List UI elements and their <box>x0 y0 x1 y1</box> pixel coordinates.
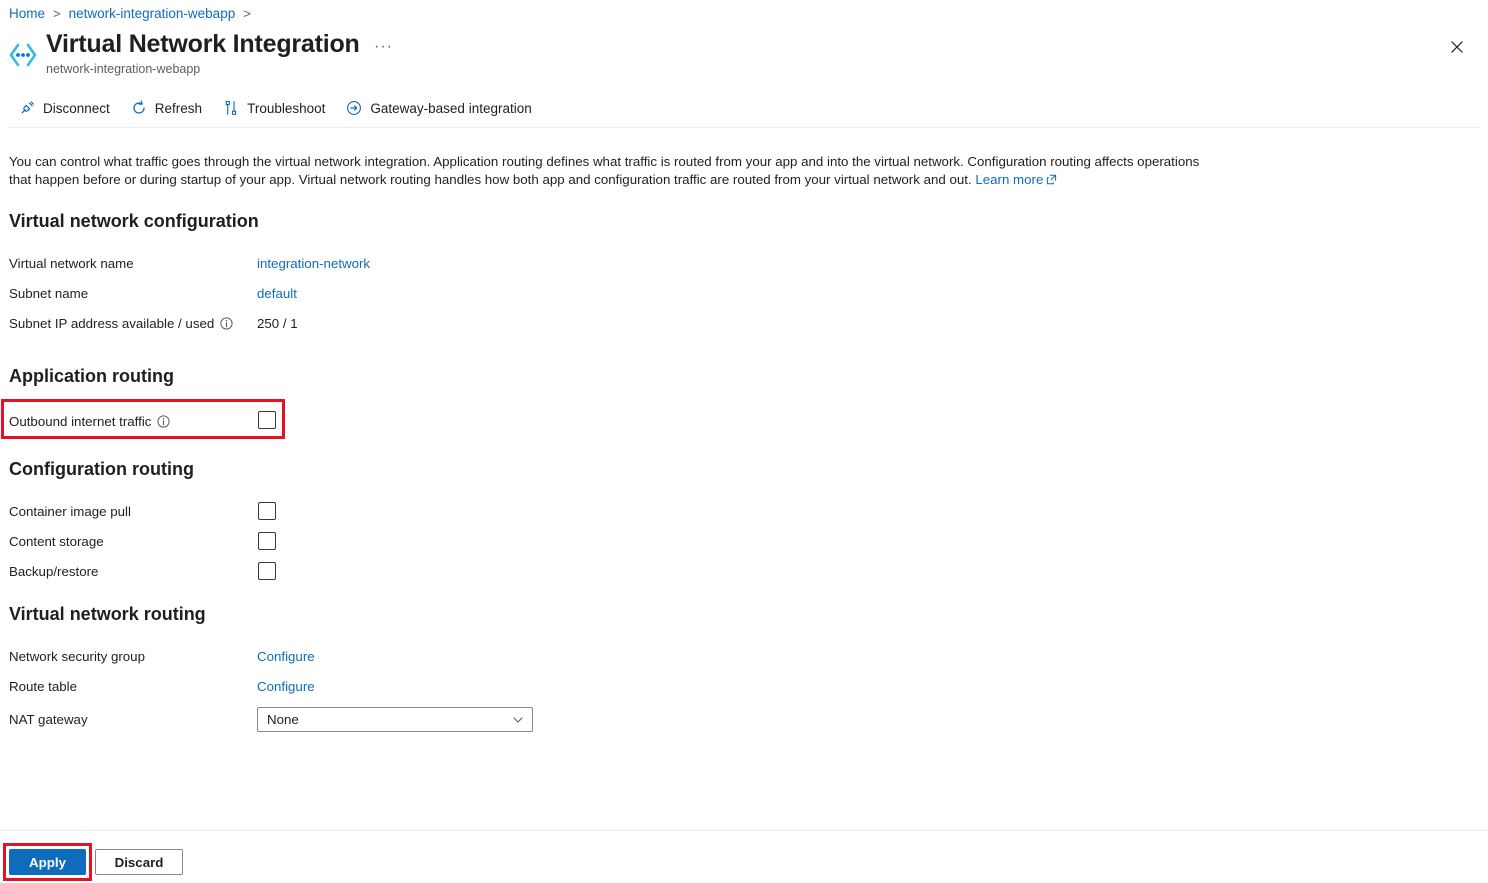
description-text: You can control what traffic goes throug… <box>9 153 1204 189</box>
label-container-image-pull: Container image pull <box>9 504 131 519</box>
info-icon[interactable] <box>220 317 233 330</box>
label-virtual-network-name: Virtual network name <box>9 256 134 271</box>
external-link-icon <box>1046 172 1057 190</box>
disconnect-button[interactable]: Disconnect <box>16 94 118 122</box>
configure-network-security-group-link[interactable]: Configure <box>257 649 315 664</box>
arrow-right-circle-icon <box>345 99 363 117</box>
label-subnet-name: Subnet name <box>9 286 88 301</box>
breadcrumb-separator: > <box>53 6 61 21</box>
section-title-vnet-configuration: Virtual network configuration <box>9 211 259 232</box>
disconnect-plug-icon <box>18 99 36 117</box>
command-bar: Disconnect Refresh Troubleshoot <box>16 94 550 122</box>
label-network-security-group: Network security group <box>9 649 145 664</box>
configure-route-table-link[interactable]: Configure <box>257 679 315 694</box>
discard-button[interactable]: Discard <box>95 849 183 875</box>
section-title-application-routing: Application routing <box>9 366 174 387</box>
label-route-table: Route table <box>9 679 77 694</box>
label-outbound-internet-traffic: Outbound internet traffic <box>9 414 170 429</box>
label-content-storage: Content storage <box>9 534 104 549</box>
troubleshoot-label: Troubleshoot <box>247 101 325 116</box>
more-options-button[interactable]: ··· <box>370 38 397 56</box>
nat-gateway-selected-value: None <box>267 712 299 727</box>
breadcrumb: Home > network-integration-webapp > <box>9 3 259 23</box>
nat-gateway-select[interactable]: None <box>257 707 533 732</box>
vnet-integration-icon <box>8 41 38 69</box>
refresh-label: Refresh <box>155 101 202 116</box>
section-title-configuration-routing: Configuration routing <box>9 459 194 480</box>
info-icon[interactable] <box>157 415 170 428</box>
page-subtitle: network-integration-webapp <box>46 62 200 76</box>
checkbox-content-storage[interactable] <box>258 532 276 550</box>
gateway-based-integration-label: Gateway-based integration <box>370 101 531 116</box>
troubleshoot-icon <box>222 99 240 117</box>
label-subnet-ip-available-used: Subnet IP address available / used <box>9 316 233 331</box>
troubleshoot-button[interactable]: Troubleshoot <box>220 94 333 122</box>
value-virtual-network-name[interactable]: integration-network <box>257 256 370 271</box>
learn-more-link[interactable]: Learn more <box>975 172 1043 187</box>
label-outbound-internet-traffic-text: Outbound internet traffic <box>9 414 151 429</box>
refresh-icon <box>130 99 148 117</box>
value-subnet-name[interactable]: default <box>257 286 297 301</box>
chevron-down-icon <box>512 714 524 726</box>
checkbox-container-image-pull[interactable] <box>258 502 276 520</box>
refresh-button[interactable]: Refresh <box>128 94 210 122</box>
close-icon[interactable] <box>1442 32 1472 62</box>
gateway-based-integration-button[interactable]: Gateway-based integration <box>343 94 539 122</box>
page-title: Virtual Network Integration <box>46 30 360 59</box>
label-subnet-ip-text: Subnet IP address available / used <box>9 316 214 331</box>
section-title-vnet-routing: Virtual network routing <box>9 604 206 625</box>
disconnect-label: Disconnect <box>43 101 110 116</box>
breadcrumb-item-home[interactable]: Home <box>9 6 45 21</box>
checkbox-backup-restore[interactable] <box>258 562 276 580</box>
value-subnet-ip-available-used: 250 / 1 <box>257 316 298 331</box>
checkbox-outbound-internet-traffic[interactable] <box>258 411 276 429</box>
apply-button[interactable]: Apply <box>9 849 86 875</box>
label-backup-restore: Backup/restore <box>9 564 98 579</box>
breadcrumb-item-webapp[interactable]: network-integration-webapp <box>69 6 236 21</box>
toolbar-divider <box>8 127 1480 128</box>
footer-divider <box>0 830 1488 831</box>
breadcrumb-separator-trailing: > <box>243 6 251 21</box>
label-nat-gateway: NAT gateway <box>9 712 88 727</box>
